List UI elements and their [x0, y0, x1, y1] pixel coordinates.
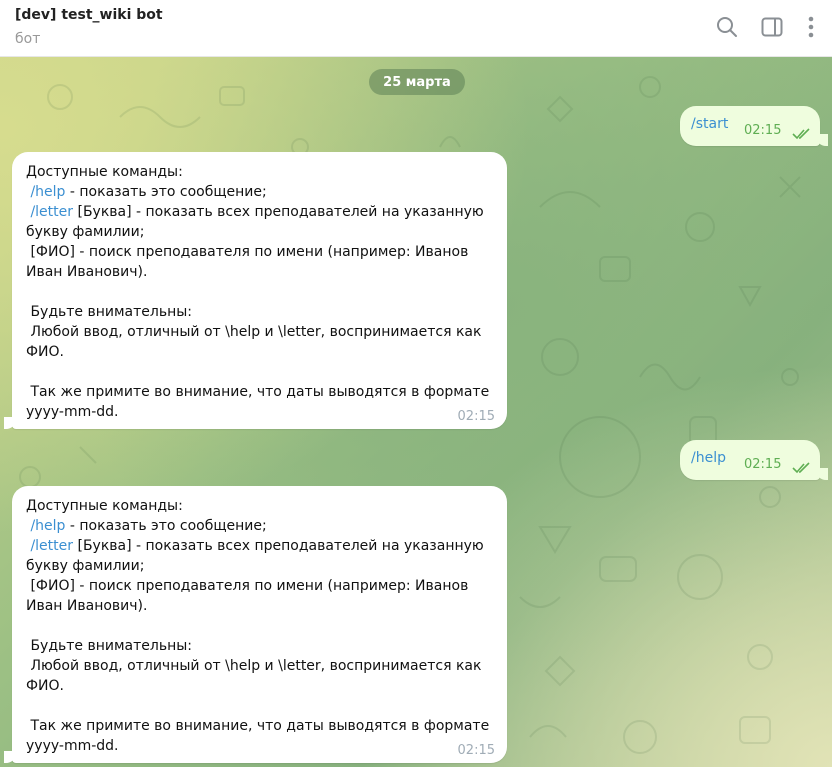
- message-line: Доступные команды:: [26, 498, 183, 514]
- sidebar-toggle-icon[interactable]: [759, 14, 785, 40]
- message-line: [ФИО] - поиск преподавателя по имени (на…: [26, 578, 469, 594]
- message-line: Так же примите во внимание, что даты выв…: [26, 384, 490, 400]
- bubble-tail: [816, 134, 828, 146]
- chat-subtitle: бот: [15, 31, 41, 47]
- message-command[interactable]: /help: [691, 450, 726, 466]
- chat-area[interactable]: 25 марта /start 02:15 Доступные команды:…: [0, 57, 832, 767]
- more-vertical-icon[interactable]: [798, 14, 824, 40]
- message-line: /help - показать это сообщение;: [26, 182, 496, 202]
- outgoing-message[interactable]: /start 02:15: [680, 106, 828, 146]
- message-line: /help - показать это сообщение;: [26, 516, 496, 536]
- command-link[interactable]: /letter: [30, 538, 73, 554]
- incoming-message[interactable]: Доступные команды: /help - показать это …: [4, 152, 507, 429]
- chat-title[interactable]: [dev] test_wiki bot: [15, 7, 163, 23]
- message-line: Любой ввод, отличный от \help и \letter,…: [26, 658, 482, 674]
- message-time: 02:15: [457, 409, 495, 424]
- message-time: 02:15: [744, 457, 782, 472]
- message-body: Доступные команды: /help - показать это …: [26, 496, 496, 756]
- double-check-icon: [792, 125, 812, 144]
- outgoing-message[interactable]: /help 02:15: [680, 440, 828, 480]
- message-line: Доступные команды:: [26, 164, 183, 180]
- message-line: Иван Иванович).: [26, 264, 148, 280]
- message-line: [26, 616, 496, 636]
- message-line: yyyy-mm-dd.: [26, 738, 119, 754]
- search-icon[interactable]: [714, 14, 740, 40]
- message-time: 02:15: [744, 123, 782, 138]
- message-line: [26, 282, 496, 302]
- command-link[interactable]: /letter: [30, 204, 73, 220]
- message-line: /letter [Буква] - показать всех преподав…: [26, 536, 496, 556]
- message-line: [ФИО] - поиск преподавателя по имени (на…: [26, 244, 469, 260]
- message-line: Будьте внимательны:: [26, 638, 193, 654]
- message-line: Иван Иванович).: [26, 598, 148, 614]
- line-text: - показать это сообщение;: [65, 518, 267, 534]
- bubble-tail: [4, 751, 16, 763]
- line-text: - показать это сообщение;: [65, 184, 267, 200]
- message-body: Доступные команды: /help - показать это …: [26, 162, 496, 422]
- date-separator: 25 марта: [369, 69, 465, 95]
- bubble-tail: [4, 417, 16, 429]
- message-line: букву фамилии;: [26, 224, 145, 240]
- message-line: Любой ввод, отличный от \help и \letter,…: [26, 324, 482, 340]
- message-time: 02:15: [457, 743, 495, 758]
- message-line: /letter [Буква] - показать всех преподав…: [26, 202, 496, 222]
- message-line: Так же примите во внимание, что даты выв…: [26, 718, 490, 734]
- incoming-message[interactable]: Доступные команды: /help - показать это …: [4, 486, 507, 763]
- message-line: букву фамилии;: [26, 558, 145, 574]
- message-line: [26, 696, 496, 716]
- message-command[interactable]: /start: [691, 116, 728, 132]
- message-line: Будьте внимательны:: [26, 304, 193, 320]
- command-link[interactable]: /help: [30, 184, 65, 200]
- command-link[interactable]: /help: [30, 518, 65, 534]
- message-line: yyyy-mm-dd.: [26, 404, 119, 420]
- double-check-icon: [792, 459, 812, 478]
- message-line: [26, 362, 496, 382]
- message-line: ФИО.: [26, 678, 64, 694]
- line-text: [Буква] - показать всех преподавателей н…: [73, 538, 484, 554]
- line-text: [Буква] - показать всех преподавателей н…: [73, 204, 484, 220]
- message-line: ФИО.: [26, 344, 64, 360]
- chat-header: [dev] test_wiki bot бот: [0, 0, 832, 57]
- bubble-tail: [816, 468, 828, 480]
